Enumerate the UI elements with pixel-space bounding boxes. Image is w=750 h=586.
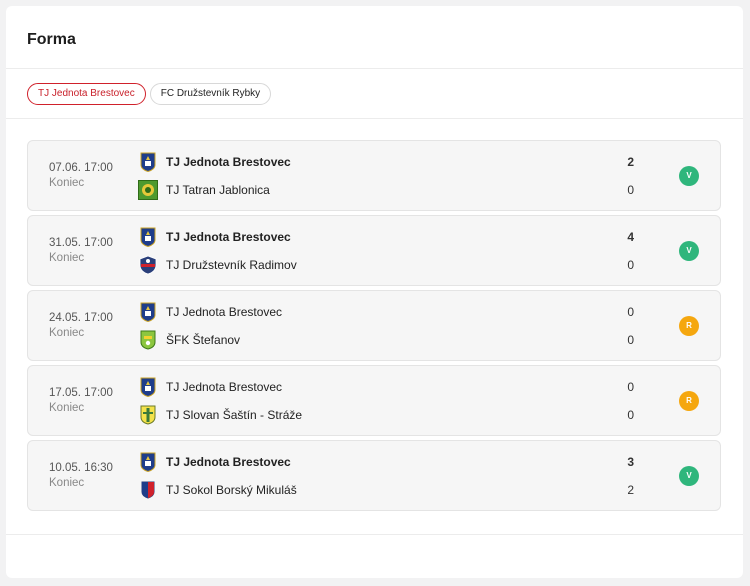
- home-team: TJ Jednota Brestovec: [138, 227, 291, 247]
- away-score: 0: [627, 333, 634, 347]
- home-score: 4: [627, 230, 634, 244]
- match-status: Koniec: [49, 252, 85, 264]
- away-score: 2: [627, 483, 634, 497]
- away-team-name: ŠFK Štefanov: [166, 333, 241, 347]
- home-team-name: TJ Jednota Brestovec: [166, 455, 291, 469]
- home-team: TJ Jednota Brestovec: [138, 377, 282, 397]
- home-team: TJ Jednota Brestovec: [138, 302, 282, 322]
- result-badge: V: [679, 166, 699, 186]
- home-team: TJ Jednota Brestovec: [138, 152, 291, 172]
- match-row[interactable]: 24.05. 17:00 Koniec TJ Jednota Brestovec…: [27, 290, 721, 361]
- away-team: TJ Slovan Šaštín - Stráže: [138, 405, 302, 425]
- home-score: 0: [627, 380, 634, 394]
- footer-divider: [6, 534, 743, 535]
- brestovec-crest-icon: [138, 302, 158, 322]
- match-status: Koniec: [49, 177, 85, 189]
- home-team: TJ Jednota Brestovec: [138, 452, 291, 472]
- match-datetime: 07.06. 17:00: [49, 162, 113, 174]
- result-badge: R: [679, 316, 699, 336]
- home-score: 3: [627, 455, 634, 469]
- away-team: TJ Tatran Jablonica: [138, 180, 270, 200]
- match-datetime: 24.05. 17:00: [49, 312, 113, 324]
- match-row[interactable]: 10.05. 16:30 Koniec TJ Jednota Brestovec…: [27, 440, 721, 511]
- away-team-name: TJ Sokol Borský Mikuláš: [166, 483, 297, 497]
- home-team-name: TJ Jednota Brestovec: [166, 155, 291, 169]
- match-row[interactable]: 17.05. 17:00 Koniec TJ Jednota Brestovec…: [27, 365, 721, 436]
- home-score: 0: [627, 305, 634, 319]
- widget-header: Forma: [6, 6, 743, 69]
- match-row[interactable]: 31.05. 17:00 Koniec TJ Jednota Brestovec…: [27, 215, 721, 286]
- tab-away-team[interactable]: FC Družstevník Rybky: [149, 83, 272, 105]
- match-datetime: 31.05. 17:00: [49, 237, 113, 249]
- home-team-name: TJ Jednota Brestovec: [166, 380, 283, 394]
- brestovec-crest-icon: [138, 452, 158, 472]
- borsky-mikulas-crest-icon: [138, 480, 158, 500]
- result-badge: V: [679, 241, 699, 261]
- home-team-name: TJ Jednota Brestovec: [166, 305, 283, 319]
- away-team: TJ Družstevník Radimov: [138, 255, 297, 275]
- away-team-name: TJ Tatran Jablonica: [166, 183, 270, 197]
- match-status: Koniec: [49, 327, 85, 339]
- brestovec-crest-icon: [138, 152, 158, 172]
- away-score: 0: [627, 408, 634, 422]
- widget-title: Forma: [27, 31, 76, 48]
- away-team: ŠFK Štefanov: [138, 330, 240, 350]
- tab-home-team[interactable]: TJ Jednota Brestovec: [27, 83, 146, 105]
- match-datetime: 10.05. 16:30: [49, 462, 113, 474]
- match-status: Koniec: [49, 477, 85, 489]
- home-score: 2: [627, 155, 634, 169]
- stefanov-crest-icon: [138, 330, 158, 350]
- match-datetime: 17.05. 17:00: [49, 387, 113, 399]
- result-badge: V: [679, 466, 699, 486]
- result-badge: R: [679, 391, 699, 411]
- brestovec-crest-icon: [138, 377, 158, 397]
- away-team: TJ Sokol Borský Mikuláš: [138, 480, 297, 500]
- match-list: 07.06. 17:00 Koniec TJ Jednota Brestovec…: [6, 119, 743, 511]
- away-score: 0: [627, 258, 634, 272]
- sastin-crest-icon: [138, 405, 158, 425]
- away-team-name: TJ Slovan Šaštín - Stráže: [166, 408, 303, 422]
- form-widget: Forma TJ Jednota Brestovec FC Družstevní…: [6, 6, 743, 578]
- match-status: Koniec: [49, 402, 85, 414]
- team-tabs: TJ Jednota Brestovec FC Družstevník Rybk…: [6, 69, 743, 119]
- jablonica-crest-icon: [138, 180, 158, 200]
- brestovec-crest-icon: [138, 227, 158, 247]
- radimov-crest-icon: [138, 255, 158, 275]
- match-row[interactable]: 07.06. 17:00 Koniec TJ Jednota Brestovec…: [27, 140, 721, 211]
- away-team-name: TJ Družstevník Radimov: [166, 258, 297, 272]
- away-score: 0: [627, 183, 634, 197]
- home-team-name: TJ Jednota Brestovec: [166, 230, 291, 244]
